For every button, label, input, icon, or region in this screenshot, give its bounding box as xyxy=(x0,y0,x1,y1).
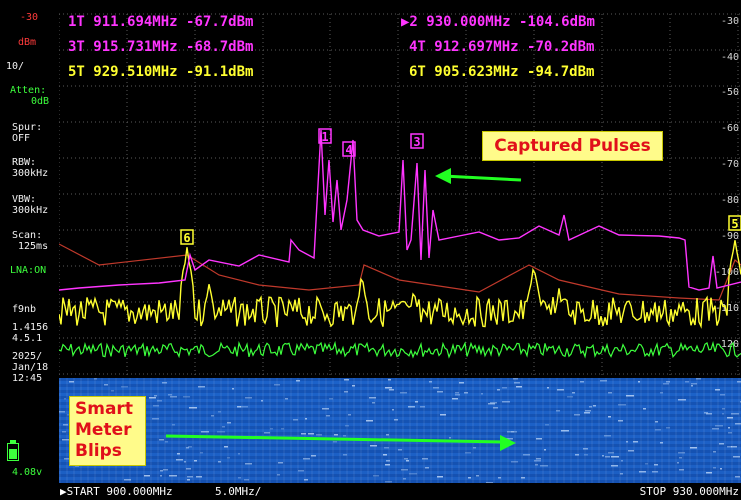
span-per-div[interactable]: 5.0MHz/ xyxy=(215,485,261,498)
arrow-head-icon xyxy=(500,435,516,451)
status-bar: ▶START 900.000MHz 5.0MHz/ STOP 930.000MH… xyxy=(0,484,741,500)
arrow-icon xyxy=(165,434,506,444)
start-frequency[interactable]: ▶START 900.000MHz xyxy=(60,485,173,498)
analyzer-screen: -30 dBm 10/ Atten: 0dB Spur: OFF RBW: 30… xyxy=(0,0,741,500)
stop-frequency[interactable]: STOP 930.000MHz xyxy=(640,485,739,498)
annotation-overlay xyxy=(165,434,516,451)
